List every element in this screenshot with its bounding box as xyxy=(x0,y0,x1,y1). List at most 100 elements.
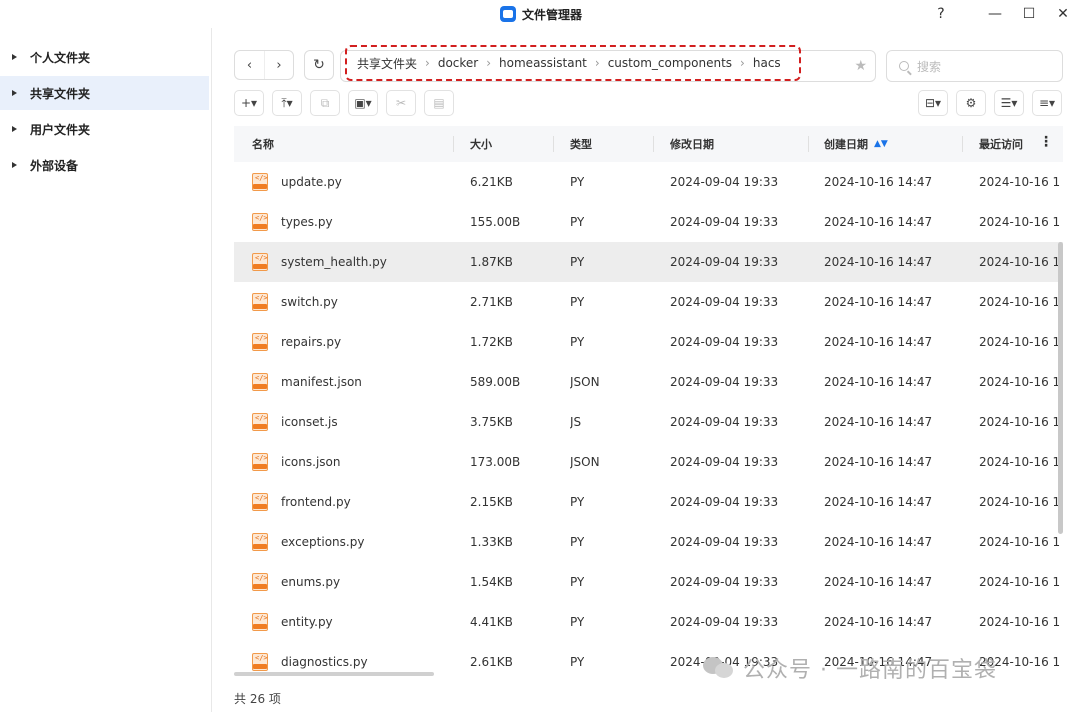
upload-icon: ⤒▾ xyxy=(281,95,293,110)
file-type-cell: JSON xyxy=(570,375,600,389)
file-name-cell[interactable]: </> enums.py xyxy=(252,562,462,602)
table-row[interactable]: </> manifest.json 589.00B JSON 2024-09-04 19… xyxy=(234,362,1063,402)
file-name: system_health.py xyxy=(281,255,387,269)
sidebar-item-label: 个人文件夹 xyxy=(30,50,91,65)
table-row[interactable]: </> types.py 155.00B PY 2024-09-04 19:33 2024… xyxy=(234,202,1063,242)
code-file-icon: </> xyxy=(252,613,268,631)
file-name-cell[interactable]: </> switch.py xyxy=(252,282,462,322)
file-size-cell: 1.72KB xyxy=(470,335,513,349)
view-mode-button[interactable]: ☰▾ xyxy=(994,90,1024,116)
refresh-button[interactable]: ↻ xyxy=(304,50,334,80)
table-row[interactable]: </> frontend.py 2.15KB PY 2024-09-04 19:33 20… xyxy=(234,482,1063,522)
file-size-cell: 155.00B xyxy=(470,215,521,229)
horizontal-scrollbar[interactable] xyxy=(234,672,434,676)
table-row[interactable]: </> exceptions.py 1.33KB PY 2024-09-04 19:33… xyxy=(234,522,1063,562)
file-modified-cell: 2024-09-04 19:33 xyxy=(670,175,779,189)
column-divider[interactable] xyxy=(808,136,809,152)
column-header-name[interactable]: 名称 xyxy=(252,126,274,162)
table-row[interactable]: </> update.py 6.21KB PY 2024-09-04 19:33 2024… xyxy=(234,162,1063,202)
copy-button[interactable]: ⧉ xyxy=(310,90,340,116)
column-header-accessed[interactable]: 最近访问 xyxy=(979,126,1023,162)
file-name: switch.py xyxy=(281,295,338,309)
file-name-cell[interactable]: </> update.py xyxy=(252,162,462,202)
star-icon[interactable]: ★ xyxy=(854,58,867,74)
table-row[interactable]: </> enums.py 1.54KB PY 2024-09-04 19:33 2024-… xyxy=(234,562,1063,602)
file-created-cell: 2024-10-16 14:47 xyxy=(824,575,933,589)
file-name-cell[interactable]: </> system_health.py xyxy=(252,242,462,282)
file-created-cell: 2024-10-16 14:47 xyxy=(824,375,933,389)
column-divider[interactable] xyxy=(553,136,554,152)
column-header-size[interactable]: 大小 xyxy=(470,126,492,162)
properties-button[interactable]: ▤ xyxy=(424,90,454,116)
table-body: </> update.py 6.21KB PY 2024-09-04 19:33 2024… xyxy=(234,162,1063,672)
window-title-group: 文件管理器 xyxy=(500,4,582,24)
file-accessed-cell: 2024-10-16 1 xyxy=(979,175,1061,189)
new-button[interactable]: +▾ xyxy=(234,90,264,116)
more-options-icon[interactable]: ⋮ xyxy=(1039,134,1053,150)
table-header: 名称 大小 类型 修改日期 创建日期 ▲▼ 最近访问 ⋮ xyxy=(234,126,1063,162)
file-modified-cell: 2024-09-04 19:33 xyxy=(670,255,779,269)
file-size-cell: 3.75KB xyxy=(470,415,513,429)
file-accessed-cell: 2024-10-16 1 xyxy=(979,535,1061,549)
file-size-cell: 2.15KB xyxy=(470,495,513,509)
upload-button[interactable]: ⤒▾ xyxy=(272,90,302,116)
column-header-modified[interactable]: 修改日期 xyxy=(670,126,714,162)
maximize-button[interactable]: ☐ xyxy=(1012,0,1046,28)
back-button[interactable]: ‹ xyxy=(235,51,264,79)
file-name-cell[interactable]: </> manifest.json xyxy=(252,362,462,402)
settings-button[interactable]: ⚙ xyxy=(956,90,986,116)
file-created-cell: 2024-10-16 14:47 xyxy=(824,495,933,509)
sort-icon: ≡▾ xyxy=(1038,96,1056,110)
file-name-cell[interactable]: </> icons.json xyxy=(252,442,462,482)
file-manager-app-icon xyxy=(500,6,516,22)
sidebar-item-user-folder[interactable]: 用户文件夹 xyxy=(0,112,209,146)
table-row[interactable]: </> entity.py 4.41KB PY 2024-09-04 19:33 2024… xyxy=(234,602,1063,642)
table-row[interactable]: </> switch.py 2.71KB PY 2024-09-04 19:33 2024… xyxy=(234,282,1063,322)
forward-button[interactable]: › xyxy=(264,51,293,79)
file-name-cell[interactable]: </> exceptions.py xyxy=(252,522,462,562)
close-button[interactable]: ✕ xyxy=(1046,0,1080,28)
sidebar-item-shared-folder[interactable]: 共享文件夹 xyxy=(0,76,209,110)
vertical-scrollbar[interactable] xyxy=(1058,242,1063,534)
help-button[interactable]: ? xyxy=(924,0,958,28)
storage-button[interactable]: ⊟▾ xyxy=(918,90,948,116)
file-size-cell: 1.87KB xyxy=(470,255,513,269)
breadcrumb-item-hacs[interactable]: hacs xyxy=(753,56,781,70)
window-title: 文件管理器 xyxy=(522,7,583,22)
search-input[interactable]: 搜索 xyxy=(886,50,1063,82)
breadcrumb-item-custom-components[interactable]: custom_components xyxy=(608,56,732,70)
table-row[interactable]: </> iconset.js 3.75KB JS 2024-09-04 19:33 202… xyxy=(234,402,1063,442)
file-name-cell[interactable]: </> iconset.js xyxy=(252,402,462,442)
file-table: 名称 大小 类型 修改日期 创建日期 ▲▼ 最近访问 ⋮ </> update.p… xyxy=(234,126,1063,672)
move-button[interactable]: ▣▾ xyxy=(348,90,378,116)
table-row[interactable]: </> repairs.py 1.72KB PY 2024-09-04 19:33 202… xyxy=(234,322,1063,362)
history-buttons: ‹ › xyxy=(234,50,294,80)
sidebar-item-personal-folder[interactable]: 个人文件夹 xyxy=(0,40,209,74)
file-name-cell[interactable]: </> frontend.py xyxy=(252,482,462,522)
column-divider[interactable] xyxy=(962,136,963,152)
path-bar[interactable]: 共享文件夹 › docker › homeassistant › custom_… xyxy=(340,45,876,82)
breadcrumb-item-docker[interactable]: docker xyxy=(438,56,478,70)
file-type-cell: JSON xyxy=(570,455,600,469)
code-file-icon: </> xyxy=(252,413,268,431)
cut-button[interactable]: ✂ xyxy=(386,90,416,116)
breadcrumb-item-homeassistant[interactable]: homeassistant xyxy=(499,56,587,70)
file-size-cell: 2.61KB xyxy=(470,655,513,669)
minimize-button[interactable]: — xyxy=(978,0,1012,28)
file-name-cell[interactable]: </> diagnostics.py xyxy=(252,642,462,672)
table-row[interactable]: </> icons.json 173.00B JSON 2024-09-04 19:33… xyxy=(234,442,1063,482)
breadcrumb-item-shared-folder[interactable]: 共享文件夹 xyxy=(357,55,417,72)
file-name-cell[interactable]: </> repairs.py xyxy=(252,322,462,362)
table-row[interactable]: </> system_health.py 1.87KB PY 2024-09-04 19… xyxy=(234,242,1063,282)
sidebar-item-external-devices[interactable]: 外部设备 xyxy=(0,148,209,182)
file-name-cell[interactable]: </> entity.py xyxy=(252,602,462,642)
sidebar-item-label: 用户文件夹 xyxy=(30,122,91,137)
file-type-cell: PY xyxy=(570,615,585,629)
column-divider[interactable] xyxy=(653,136,654,152)
drive-icon: ⊟▾ xyxy=(924,96,942,110)
column-divider[interactable] xyxy=(453,136,454,152)
file-name-cell[interactable]: </> types.py xyxy=(252,202,462,242)
sort-button[interactable]: ≡▾ xyxy=(1032,90,1062,116)
column-header-created-group[interactable]: 创建日期 ▲▼ xyxy=(824,126,888,162)
column-header-type[interactable]: 类型 xyxy=(570,126,592,162)
